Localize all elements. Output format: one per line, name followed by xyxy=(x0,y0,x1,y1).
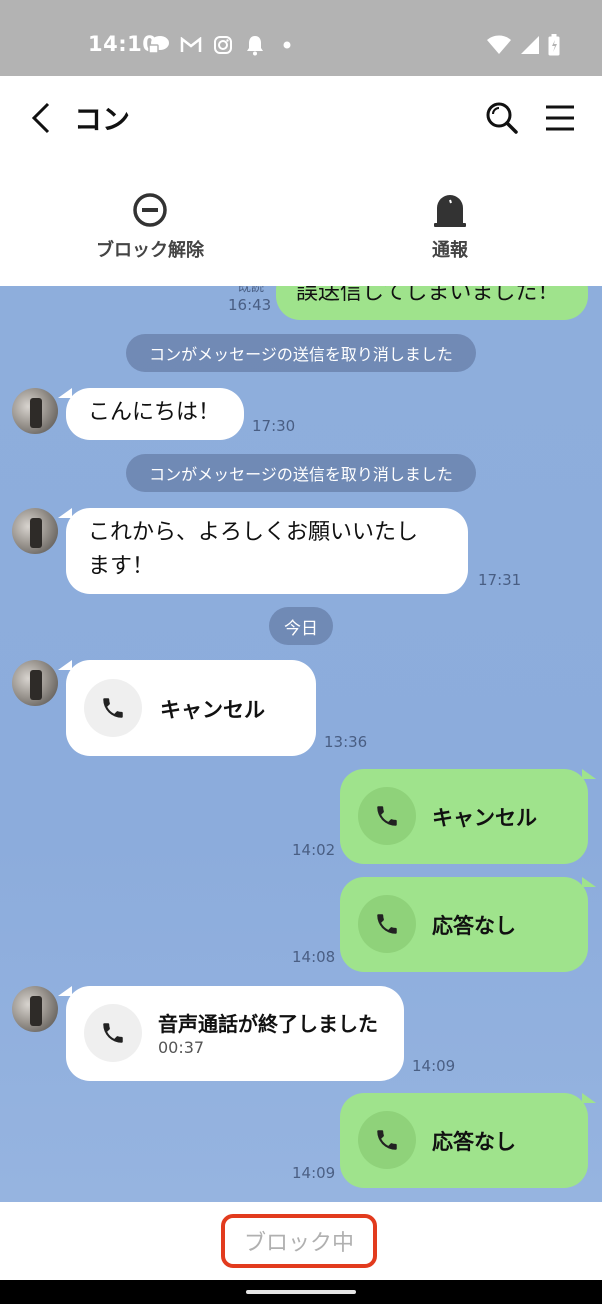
call-status: 音声通話が終了しました xyxy=(158,1012,378,1036)
incoming-call-message[interactable]: キャンセル xyxy=(58,660,316,756)
home-gesture-handle[interactable] xyxy=(246,1290,356,1294)
message-time: 17:31 xyxy=(478,571,522,589)
system-icons xyxy=(486,34,560,60)
navigation-bar xyxy=(0,1280,602,1304)
message-text: こんにちは！ xyxy=(88,400,221,425)
call-duration: 00:37 xyxy=(158,1038,205,1057)
chat-bubble-icon xyxy=(148,34,170,56)
unblock-button[interactable]: ブロック解除 xyxy=(50,190,250,262)
system-message: コンがメッセージの送信を取り消しました xyxy=(126,454,476,492)
status-time: 14:10 xyxy=(88,32,158,56)
message-time: 14:09 xyxy=(412,1057,456,1075)
phone-icon xyxy=(358,1111,416,1169)
gmail-icon xyxy=(180,34,202,56)
chat-header: コン xyxy=(0,76,602,160)
call-status: キャンセル xyxy=(432,806,537,830)
report-button[interactable]: 通報 xyxy=(350,190,550,262)
call-status: 応答なし xyxy=(432,1130,516,1154)
phone-icon xyxy=(358,895,416,953)
chat-actions: ブロック解除 通報 xyxy=(0,160,602,286)
menu-button[interactable] xyxy=(540,98,580,138)
wifi-icon xyxy=(486,35,512,59)
read-receipt: 既読 xyxy=(238,286,265,295)
phone-icon xyxy=(358,787,416,845)
message-text: 誤送信してしまいました！ xyxy=(296,286,560,305)
report-icon xyxy=(430,190,470,230)
incoming-call-message[interactable]: 音声通話が終了しました 00:37 xyxy=(58,986,404,1081)
unblock-label: ブロック解除 xyxy=(96,240,204,261)
outgoing-call-message[interactable]: キャンセル xyxy=(340,769,596,864)
outgoing-message[interactable]: 誤送信してしまいました！ xyxy=(276,286,588,320)
call-status: 応答なし xyxy=(432,914,516,938)
phone-icon xyxy=(84,1004,142,1062)
battery-icon xyxy=(548,34,560,60)
dot-icon xyxy=(276,34,298,56)
call-status: キャンセル xyxy=(160,698,265,722)
message-time: 14:09 xyxy=(292,1164,336,1182)
report-label: 通報 xyxy=(432,240,468,261)
notification-icons xyxy=(148,34,298,56)
date-separator: 今日 xyxy=(269,607,333,645)
system-message: コンがメッセージの送信を取り消しました xyxy=(126,334,476,372)
message-time: 14:02 xyxy=(292,841,336,859)
phone-icon xyxy=(84,679,142,737)
unblock-icon xyxy=(130,190,170,230)
message-text-line2: ます！ xyxy=(88,554,155,579)
chat-area[interactable]: 既読 16:43 誤送信してしまいました！ コンがメッセージの送信を取り消しまし… xyxy=(0,286,602,1202)
instagram-icon xyxy=(212,34,234,56)
message-text-line1: これから、よろしくお願いいたし xyxy=(88,520,419,545)
status-bar: 14:10 xyxy=(0,0,602,76)
message-time: 16:43 xyxy=(228,296,272,314)
outgoing-call-message[interactable]: 応答なし xyxy=(340,1093,596,1188)
signal-icon xyxy=(520,35,540,59)
back-button[interactable] xyxy=(22,98,62,138)
chevron-left-icon xyxy=(31,102,50,134)
search-button[interactable] xyxy=(482,98,522,138)
avatar[interactable] xyxy=(12,508,58,554)
notification-bell-icon xyxy=(244,34,266,56)
blocked-status: ブロック中 xyxy=(221,1214,377,1268)
avatar[interactable] xyxy=(12,986,58,1032)
search-icon xyxy=(486,102,518,134)
avatar[interactable] xyxy=(12,388,58,434)
message-time: 14:08 xyxy=(292,948,336,966)
outgoing-call-message[interactable]: 応答なし xyxy=(340,877,596,972)
avatar[interactable] xyxy=(12,660,58,706)
incoming-message[interactable]: こんにちは！ xyxy=(58,388,244,440)
chat-title: コン xyxy=(74,103,131,136)
chat-footer: ブロック中 xyxy=(0,1202,602,1280)
incoming-message[interactable]: これから、よろしくお願いいたし ます！ xyxy=(58,508,468,594)
message-time: 13:36 xyxy=(324,733,368,751)
message-time: 17:30 xyxy=(252,417,296,435)
hamburger-menu-icon xyxy=(546,105,574,131)
